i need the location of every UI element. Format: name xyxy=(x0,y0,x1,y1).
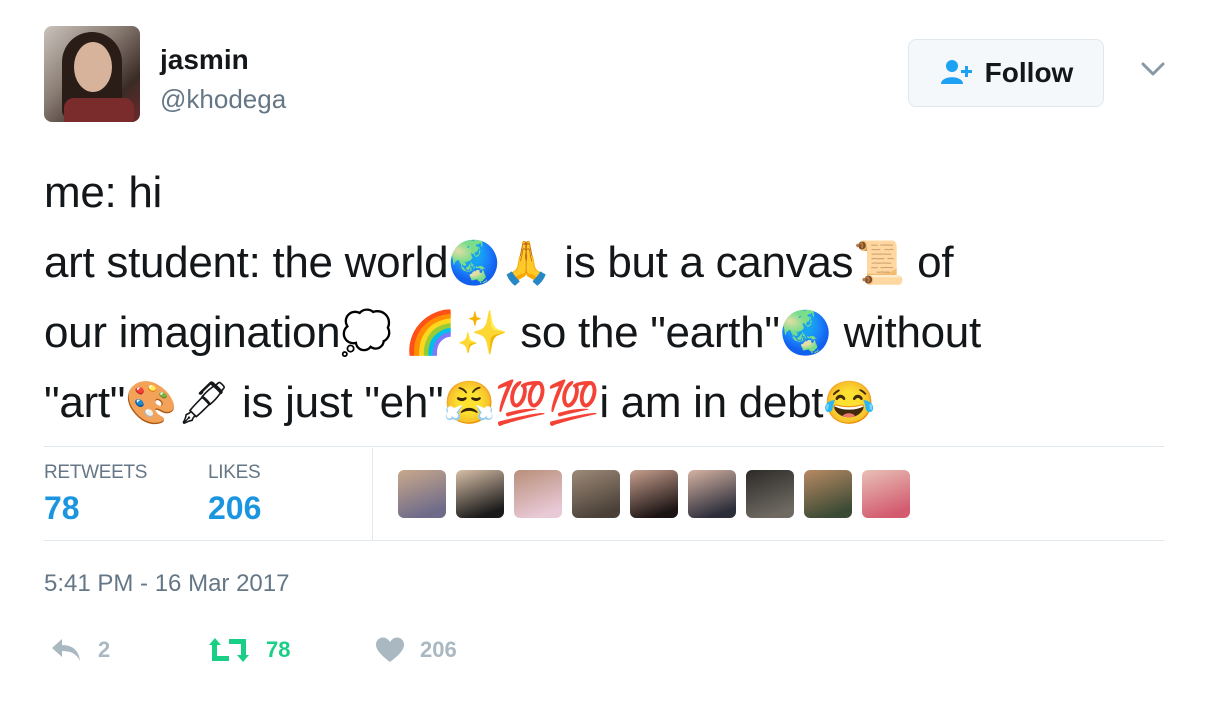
chevron-down-icon[interactable] xyxy=(1140,60,1166,78)
display-name[interactable]: jasmin xyxy=(160,44,249,76)
liker-avatar[interactable] xyxy=(804,470,852,518)
liker-avatar[interactable] xyxy=(630,470,678,518)
tweet-text-segment: "art" xyxy=(44,378,126,427)
reply-icon xyxy=(52,639,80,661)
liker-avatar[interactable] xyxy=(572,470,620,518)
tweet-line: art student: the world🌏🙏 is but a canvas… xyxy=(44,228,1194,298)
emoji: 🌈 xyxy=(404,308,457,357)
tweet-line: "art"🎨🖋 is just "eh"😤💯💯i am in debt😂 xyxy=(44,368,1194,438)
avatar-shirt xyxy=(64,98,134,122)
reply-count: 2 xyxy=(98,637,111,662)
emoji: 💯 xyxy=(495,378,548,427)
emoji: 💯 xyxy=(547,378,600,427)
emoji: 💭 xyxy=(340,308,393,357)
emoji: 📜 xyxy=(853,238,906,287)
tweet-text-segment: of xyxy=(905,238,954,287)
follow-button-label: Follow xyxy=(984,57,1074,88)
reply-action[interactable]: 2 xyxy=(48,636,110,664)
likes-label[interactable]: LIKES xyxy=(208,462,261,484)
tweet-text-segment: our imagination xyxy=(44,308,341,357)
emoji: 😂 xyxy=(823,378,876,427)
tweet-text-segment: is but a canvas xyxy=(552,238,854,287)
tweet-text-segment: i am in debt xyxy=(599,378,824,427)
avatar-face xyxy=(74,42,112,92)
retweet-action[interactable]: 78 xyxy=(206,636,290,664)
tweet-text-segment: is just "eh" xyxy=(230,378,444,427)
tweet-text-segment: without xyxy=(831,308,982,357)
like-action[interactable]: 206 xyxy=(374,636,457,664)
emoji: 😤 xyxy=(443,378,496,427)
emoji: 🌏 xyxy=(448,238,501,287)
liker-avatar[interactable] xyxy=(688,470,736,518)
likes-count[interactable]: 206 xyxy=(208,490,261,527)
stats-vertical-divider xyxy=(372,448,373,540)
liker-avatars xyxy=(398,470,910,518)
emoji: 🖋 xyxy=(177,378,231,427)
emoji: 🌏 xyxy=(779,308,832,357)
tweet-text-segment xyxy=(392,308,404,357)
retweet-icon xyxy=(209,638,249,662)
follow-button[interactable]: Follow xyxy=(908,39,1104,107)
user-handle[interactable]: @khodega xyxy=(160,84,286,115)
tweet-text-segment: so the "earth" xyxy=(508,308,780,357)
liker-avatar[interactable] xyxy=(746,470,794,518)
tweet-text-segment: me: hi xyxy=(44,168,163,217)
emoji: 🎨 xyxy=(125,378,178,427)
emoji: ✨ xyxy=(456,308,509,357)
divider-bottom xyxy=(44,540,1164,541)
like-count: 206 xyxy=(420,637,457,662)
person-add-icon xyxy=(940,60,972,84)
retweet-count: 78 xyxy=(266,637,291,662)
divider-top xyxy=(44,446,1164,447)
heart-icon xyxy=(376,637,404,662)
retweets-label[interactable]: RETWEETS xyxy=(44,462,147,484)
retweets-count[interactable]: 78 xyxy=(44,490,80,527)
liker-avatar[interactable] xyxy=(456,470,504,518)
liker-avatar[interactable] xyxy=(398,470,446,518)
tweet-text: me: hi art student: the world🌏🙏 is but a … xyxy=(44,158,1194,438)
emoji: 🙏 xyxy=(500,238,553,287)
tweet-line: me: hi xyxy=(44,158,1194,228)
tweet-text-segment: art student: the world xyxy=(44,238,449,287)
liker-avatar[interactable] xyxy=(514,470,562,518)
avatar[interactable] xyxy=(44,26,140,122)
liker-avatar[interactable] xyxy=(862,470,910,518)
tweet-line: our imagination💭 🌈✨ so the "earth"🌏 with… xyxy=(44,298,1194,368)
tweet-timestamp[interactable]: 5:41 PM - 16 Mar 2017 xyxy=(44,570,289,598)
